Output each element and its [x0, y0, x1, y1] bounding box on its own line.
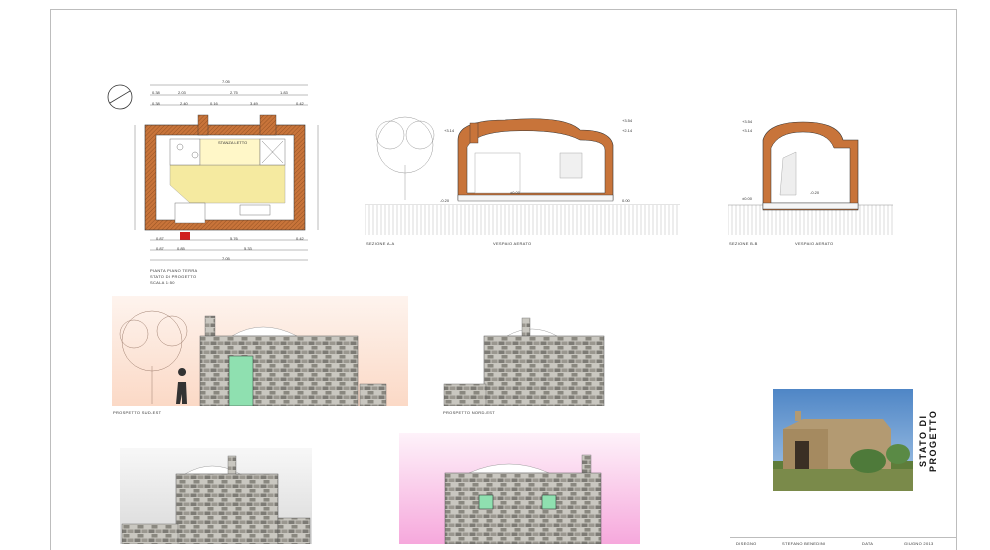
plan-dim-top-total: 7.05: [222, 79, 230, 84]
site-photo: [773, 389, 913, 491]
title-block-disegno: DISEGNO: [736, 541, 757, 546]
plan-dim-top-a3: 2.75: [230, 90, 238, 95]
frame-left: [50, 9, 51, 550]
frame-right: [956, 9, 957, 550]
plan-dim-bot-b2: 0.85: [177, 246, 185, 251]
section-bb: [728, 121, 893, 235]
sec-aa-vespaio: VESPAIO AERATO: [493, 241, 532, 246]
sec-bb-vespaio: VESPAIO AERATO: [795, 241, 834, 246]
section-aa: [365, 116, 680, 235]
sec-aa-level-4: ±0.00: [510, 190, 520, 195]
title-block-divider: [730, 537, 956, 538]
plan-dim-top-b3: 0.16: [210, 101, 218, 106]
plan-caption-2: STATO DI PROGETTO: [150, 274, 197, 279]
plan-room-label: STANZA LETTO: [218, 140, 248, 145]
elev-sud-est-caption: PROSPETTO SUD-EST: [113, 410, 162, 415]
title-block-data: DATA: [862, 541, 874, 546]
plan-dim-top-a4: 1.83: [280, 90, 288, 95]
plan-dim-top-b1: 0.38: [152, 101, 160, 106]
sec-bb-level-4: -0.20: [810, 190, 820, 195]
elevation-sud-est: [112, 296, 408, 406]
plan-dim-bot-b3: 5.33: [244, 246, 252, 251]
sec-aa-caption: SEZIONE A-A: [366, 241, 395, 246]
tree-icon: [375, 116, 435, 200]
sec-bb-level-1: +3.54: [742, 119, 753, 124]
elevation-nord-est: [443, 317, 605, 406]
plan-caption-1: PIANTA PIANO TERRA: [150, 268, 198, 273]
sec-aa-level-1: +3.54: [622, 118, 633, 123]
floor-plan: [107, 84, 319, 261]
plan-dim-bot-a2: 5.76: [230, 236, 238, 241]
drawing-sheet: 7.05 0.38 2.03 2.75 1.83 0.38 2.40 0.16 …: [0, 0, 990, 550]
sec-aa-level-5: -0.20: [440, 198, 450, 203]
title-block-author: STEFANO BENEDINI: [782, 541, 826, 546]
plan-dim-bot-total: 7.05: [222, 256, 230, 261]
sec-bb-level-2: +3.14: [742, 128, 753, 133]
plan-dim-bot-a3: 0.42: [296, 236, 304, 241]
elevation-grey: [120, 448, 312, 544]
sec-bb-level-3: ±0.00: [742, 196, 752, 201]
sec-aa-level-3: +2.14: [622, 128, 633, 133]
frame-top: [50, 9, 957, 10]
plan-dim-top-b2: 2.40: [180, 101, 188, 106]
plan-dim-top-b5: 0.42: [296, 101, 304, 106]
sec-aa-level-2: +3.14: [444, 128, 455, 133]
elev-nord-est-caption: PROSPETTO NORD-EST: [443, 410, 495, 415]
plan-dim-top-b4: 3.49: [250, 101, 258, 106]
plan-dim-top-a2: 2.03: [178, 90, 186, 95]
elevation-pink: [399, 433, 640, 544]
plan-dim-bot-b1: 0.87: [156, 246, 164, 251]
plan-dim-top-a1: 0.38: [152, 90, 160, 95]
title-block-date: GIUGNO 2013: [904, 541, 934, 546]
plan-caption-3: SCALA 1:50: [150, 280, 175, 285]
sec-aa-level-6: 0.00: [622, 198, 630, 203]
sec-bb-caption: SEZIONE B-B: [729, 241, 758, 246]
plan-dim-bot-a1: 0.87: [156, 236, 164, 241]
sheet-title: STATO DI PROGETTO: [918, 409, 938, 473]
